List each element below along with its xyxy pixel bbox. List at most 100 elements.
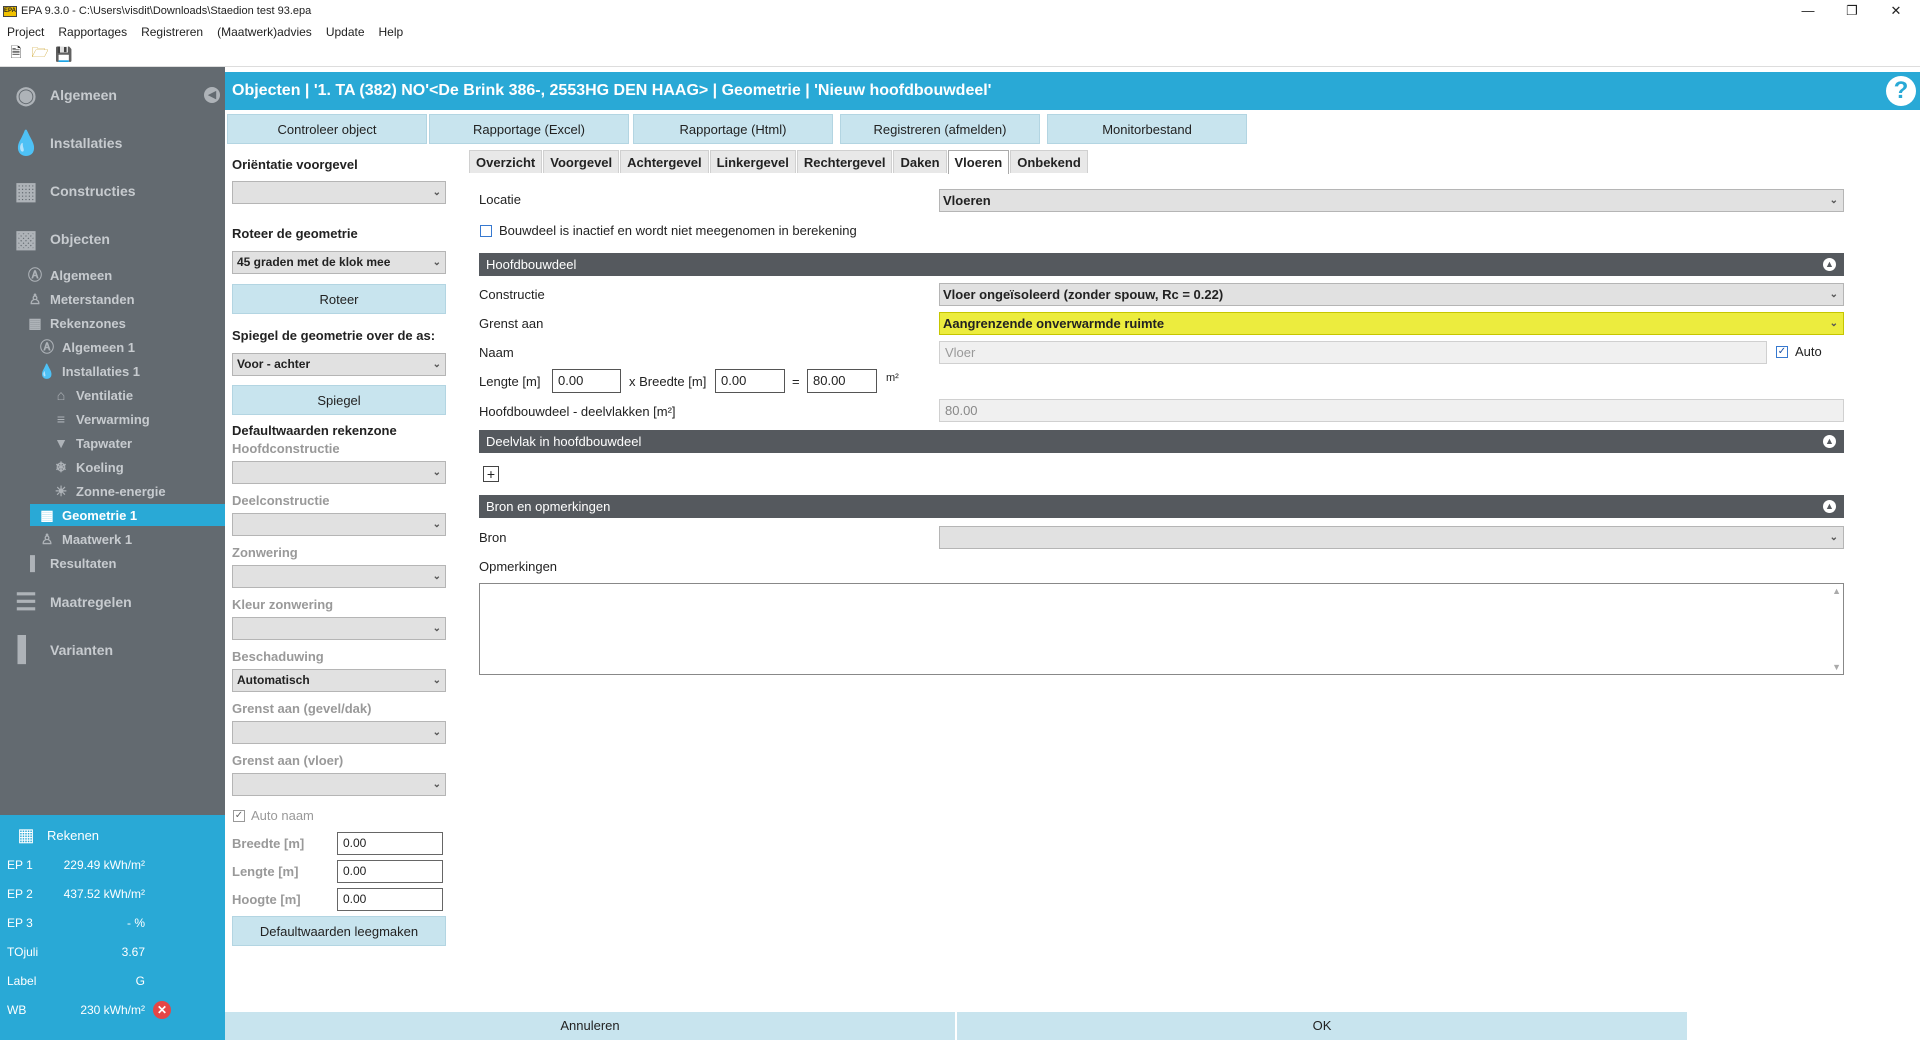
save-icon[interactable]: 💾 [54, 44, 74, 64]
sidebar-item-rekenzones[interactable]: ▦ Rekenzones [26, 312, 126, 334]
sidebar-item-algemeen[interactable]: ◉ Algemeen [10, 80, 117, 110]
chevron-down-icon: ⌄ [1829, 289, 1838, 300]
tab-daken[interactable]: Daken [893, 150, 947, 173]
tab-overzicht[interactable]: Overzicht [469, 150, 543, 173]
sidebar-item-zonne-energie[interactable]: ☀ Zonne-energie [52, 480, 166, 502]
chevron-down-icon: ⌄ [432, 623, 441, 634]
open-folder-icon[interactable]: 🗁 [30, 44, 50, 64]
menu-registreren[interactable]: Registreren [134, 25, 210, 39]
section-deelvlak[interactable]: Deelvlak in hoofdbouwdeel ▲ [479, 430, 1844, 453]
controleer-object-button[interactable]: Controleer object [227, 114, 427, 144]
sidebar-item-maatregelen[interactable]: ☰ Maatregelen [10, 587, 131, 617]
sidebar-item-installaties[interactable]: 💧 Installaties [10, 128, 122, 158]
kleur-zonwering-select[interactable]: ⌄ [232, 617, 446, 640]
default-lengte-input[interactable]: 0.00 [337, 860, 443, 883]
spiegel-button[interactable]: Spiegel [232, 385, 446, 415]
chevron-down-icon: ⌄ [432, 571, 441, 582]
grenst-vloer-select[interactable]: ⌄ [232, 773, 446, 796]
sidebar-item-verwarming[interactable]: ≡ Verwarming [52, 408, 150, 430]
auto-naam-checkbox-main[interactable]: ✓ [1776, 346, 1788, 358]
constructie-select[interactable]: Vloer ongeïsoleerd (zonder spouw, Rc = 0… [939, 283, 1844, 306]
minimize-icon[interactable]: — [1786, 0, 1830, 22]
default-breedte-input[interactable]: 0.00 [337, 832, 443, 855]
area-unit: m² [886, 372, 899, 384]
menu-maatwerkadvies[interactable]: (Maatwerk)advies [210, 25, 319, 39]
help-icon[interactable]: ? [1886, 76, 1916, 106]
lengte-input[interactable]: 0.00 [552, 369, 621, 393]
sidebar-item-varianten[interactable]: ▌ Varianten [10, 635, 113, 665]
tab-linkergevel[interactable]: Linkergevel [709, 150, 796, 173]
thermometer-icon: ≡ [56, 411, 66, 427]
spiegel-select[interactable]: Voor - achter ⌄ [232, 353, 446, 376]
grenst-gevel-select[interactable]: ⌄ [232, 721, 446, 744]
rapportage-excel-button[interactable]: Rapportage (Excel) [429, 114, 629, 144]
deelconstructie-select[interactable]: ⌄ [232, 513, 446, 536]
chevron-down-icon: ⌄ [432, 257, 441, 268]
close-icon[interactable]: ✕ [1874, 0, 1918, 22]
roteer-button[interactable]: Roteer [232, 284, 446, 314]
grenst-aan-label: Grenst aan [479, 316, 544, 331]
default-hoogte-label: Hoogte [m] [232, 892, 301, 907]
opmerkingen-textarea[interactable]: ▲ ▼ [479, 583, 1844, 675]
sidebar-item-koeling[interactable]: ❄ Koeling [52, 456, 124, 478]
collapse-sidebar-icon[interactable]: ◀ [204, 87, 220, 103]
sidebar-item-objecten[interactable]: ▩ Objecten [10, 224, 110, 254]
registreren-afmelden-button[interactable]: Registreren (afmelden) [840, 114, 1040, 144]
section-bron[interactable]: Bron en opmerkingen ▲ [479, 495, 1844, 518]
collapse-up-icon[interactable]: ▲ [1823, 258, 1836, 271]
orientatie-select[interactable]: ⌄ [232, 181, 446, 204]
rekenen-button[interactable]: ▦ Rekenen [7, 825, 99, 845]
beschaduwing-select[interactable]: Automatisch ⌄ [232, 669, 446, 692]
collapse-up-icon[interactable]: ▲ [1823, 435, 1836, 448]
tab-vloeren[interactable]: Vloeren [947, 150, 1010, 174]
sidebar-item-meterstanden[interactable]: ♙ Meterstanden [26, 288, 135, 310]
tab-voorgevel[interactable]: Voorgevel [543, 150, 620, 173]
menu-project[interactable]: Project [0, 25, 51, 39]
scroll-up-icon[interactable]: ▲ [1832, 586, 1841, 596]
sidebar-item-tapwater[interactable]: ▼ Tapwater [52, 432, 132, 454]
auto-naam-checkbox[interactable]: ✓ [233, 810, 245, 822]
drop-icon: ▼ [54, 435, 68, 451]
tab-onbekend[interactable]: Onbekend [1010, 150, 1088, 173]
annuleren-button[interactable]: Annuleren [225, 1012, 955, 1040]
calc-row-ep1: EP 1 229.49 kWh/m² [7, 858, 145, 872]
default-hoogte-input[interactable]: 0.00 [337, 888, 443, 911]
bron-select[interactable]: ⌄ [939, 526, 1844, 549]
menu-update[interactable]: Update [319, 25, 372, 39]
inactief-checkbox[interactable] [480, 225, 492, 237]
oppervlakte-input[interactable]: 80.00 [807, 369, 877, 393]
sidebar-item-ventilatie[interactable]: ⌂ Ventilatie [52, 384, 133, 406]
ok-button[interactable]: OK [957, 1012, 1687, 1040]
sidebar-item-maatwerk-1[interactable]: ♙ Maatwerk 1 [38, 528, 132, 550]
scroll-down-icon[interactable]: ▼ [1832, 662, 1841, 672]
locatie-select[interactable]: Vloeren ⌄ [939, 189, 1844, 212]
sidebar-item-constructies[interactable]: ▦ Constructies [10, 176, 136, 206]
menu-rapportages[interactable]: Rapportages [51, 25, 134, 39]
tab-achtergevel[interactable]: Achtergevel [620, 150, 709, 173]
add-deelvlak-icon[interactable]: + [483, 466, 499, 482]
monitorbestand-button[interactable]: Monitorbestand [1047, 114, 1247, 144]
toolbar-divider [0, 66, 1920, 67]
breedte-input[interactable]: 0.00 [715, 369, 785, 393]
defaultwaarden-leegmaken-button[interactable]: Defaultwaarden leegmaken [232, 916, 446, 946]
grenst-aan-select[interactable]: Aangrenzende onverwarmde ruimte ⌄ [939, 312, 1844, 335]
snowflake-icon: ❄ [55, 458, 67, 475]
zonwering-select[interactable]: ⌄ [232, 565, 446, 588]
sidebar-item-resultaten[interactable]: ▌ Resultaten [26, 552, 116, 574]
sidebar-item-geometrie-1[interactable]: ▦ Geometrie 1 [30, 504, 225, 526]
sidebar-item-obj-algemeen[interactable]: Ⓐ Algemeen [26, 264, 112, 286]
sidebar-item-installaties-1[interactable]: 💧 Installaties 1 [38, 360, 140, 382]
menu-help[interactable]: Help [372, 25, 411, 39]
beschaduwing-label: Beschaduwing [232, 649, 324, 664]
tab-rechtergevel[interactable]: Rechtergevel [796, 150, 893, 173]
collapse-up-icon[interactable]: ▲ [1823, 500, 1836, 513]
roteer-select[interactable]: 45 graden met de klok mee ⌄ [232, 251, 446, 274]
naam-input[interactable]: Vloer [939, 341, 1767, 364]
rapportage-html-button[interactable]: Rapportage (Html) [633, 114, 833, 144]
restore-icon[interactable]: ❐ [1830, 0, 1874, 22]
hoofdconstructie-select[interactable]: ⌄ [232, 461, 446, 484]
calc-row-label: Label G [7, 974, 145, 988]
section-hoofdbouwdeel[interactable]: Hoofdbouwdeel ▲ [479, 253, 1844, 276]
sidebar-item-algemeen-1[interactable]: Ⓐ Algemeen 1 [38, 336, 135, 358]
new-file-icon[interactable]: 🗎 [6, 44, 26, 64]
